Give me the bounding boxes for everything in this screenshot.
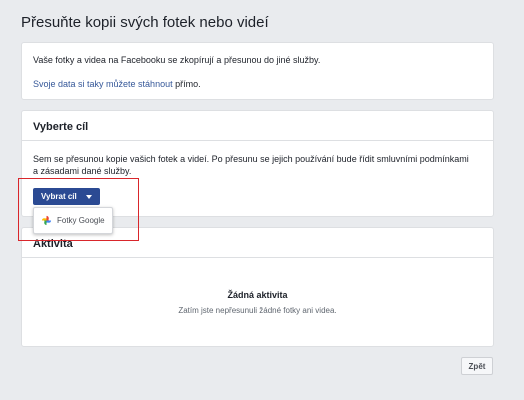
destination-card: Vyberte cíl Sem se přesunou kopie vašich… xyxy=(21,110,494,217)
select-destination-label: Vybrat cíl xyxy=(41,192,77,201)
select-destination-button[interactable]: Vybrat cíl xyxy=(33,188,100,205)
dropdown-item-label: Fotky Google xyxy=(57,216,105,225)
download-data-link[interactable]: Svoje data si taky můžete stáhnout xyxy=(33,79,173,89)
info-card: Vaše fotky a videa na Facebooku se zkopí… xyxy=(21,42,494,100)
dropdown-item-google-photos[interactable]: Fotky Google xyxy=(34,208,112,233)
info-link-line: Svoje data si taky můžete stáhnout přímo… xyxy=(33,79,201,89)
activity-card: Aktivita Žádná aktivita Zatím jste nepře… xyxy=(21,227,494,347)
destination-description: Sem se přesunou kopie vašich fotek a vid… xyxy=(33,154,469,176)
google-photos-icon xyxy=(41,215,52,226)
activity-title: Aktivita xyxy=(33,238,73,250)
info-link-suffix: přímo. xyxy=(172,79,201,89)
destination-title: Vyberte cíl xyxy=(33,121,89,133)
destination-header: Vyberte cíl xyxy=(22,111,493,141)
back-button[interactable]: Zpět xyxy=(461,357,493,375)
empty-activity-subtitle: Zatím jste nepřesunuli žádné fotky ani v… xyxy=(178,306,337,315)
caret-down-icon xyxy=(86,195,92,199)
info-text: Vaše fotky a videa na Facebooku se zkopí… xyxy=(33,55,321,65)
empty-activity-title: Žádná aktivita xyxy=(227,290,288,300)
destination-dropdown: Fotky Google xyxy=(33,207,113,234)
page-title: Přesuňte kopii svých fotek nebo videí xyxy=(21,14,269,31)
